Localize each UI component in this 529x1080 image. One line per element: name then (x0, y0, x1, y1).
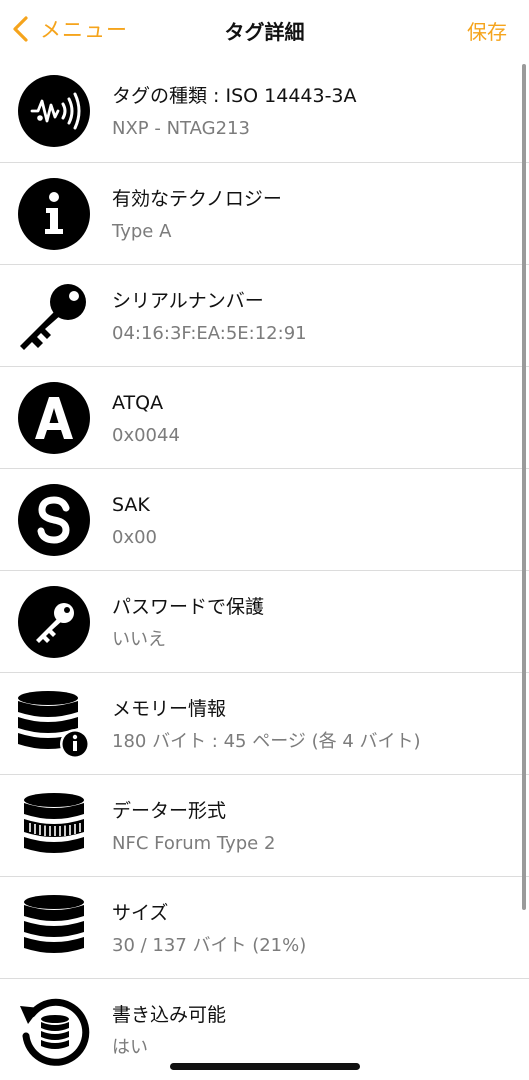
row-value: 0x00 (112, 527, 158, 548)
row-title: ATQA (112, 392, 164, 414)
list-item-tag-type[interactable]: タグの種類 : ISO 14443-3A NXP - NTAG213 (0, 60, 529, 162)
database-rewrite-icon (18, 994, 90, 1066)
vertical-scrollbar[interactable] (522, 64, 526, 910)
row-value: 30 / 137 バイト (21%) (112, 935, 307, 956)
row-value: はい (112, 1037, 148, 1058)
info-icon (18, 178, 90, 250)
row-title: 有効なテクノロジー (112, 188, 282, 210)
tag-detail-list: タグの種類 : ISO 14443-3A NXP - NTAG213 有効なテク… (0, 60, 529, 1080)
row-title: タグの種類 : ISO 14443-3A (112, 85, 357, 107)
row-value: NFC Forum Type 2 (112, 833, 276, 854)
row-title: パスワードで保護 (112, 596, 265, 618)
database-size-icon (18, 892, 90, 964)
row-value: 180 バイト : 45 ページ (各 4 バイト) (112, 731, 421, 752)
list-item-data-format[interactable]: データー形式 NFC Forum Type 2 (0, 774, 529, 876)
home-indicator[interactable] (170, 1063, 360, 1070)
list-item-memory-info[interactable]: メモリー情報 180 バイト : 45 ページ (各 4 バイト) (0, 672, 529, 774)
list-item-size[interactable]: サイズ 30 / 137 バイト (21%) (0, 876, 529, 978)
list-item-sak[interactable]: SAK 0x00 (0, 468, 529, 570)
database-info-icon (18, 688, 90, 760)
page-title: タグ詳細 (224, 20, 305, 44)
row-value: Type A (112, 221, 172, 242)
row-title: データー形式 (112, 800, 227, 822)
row-value: NXP - NTAG213 (112, 118, 250, 139)
list-item-atqa[interactable]: ATQA 0x0044 (0, 366, 529, 468)
row-value: 0x0044 (112, 425, 180, 446)
list-item-serial-number[interactable]: シリアルナンバー 04:16:3F:EA:5E:12:91 (0, 264, 529, 366)
row-value: 04:16:3F:EA:5E:12:91 (112, 323, 307, 344)
row-title: SAK (112, 494, 150, 516)
password-key-icon (18, 586, 90, 658)
navigation-bar: メニュー タグ詳細 保存 (0, 0, 529, 60)
row-title: 書き込み可能 (112, 1004, 227, 1026)
nfc-tag-icon (18, 75, 90, 147)
key-icon (18, 280, 90, 352)
list-item-password-protection[interactable]: パスワードで保護 いいえ (0, 570, 529, 672)
row-title: メモリー情報 (112, 698, 227, 720)
letter-s-icon (18, 484, 90, 556)
row-value: いいえ (112, 629, 166, 650)
row-title: サイズ (112, 902, 169, 924)
database-format-icon (18, 790, 90, 862)
list-item-technologies[interactable]: 有効なテクノロジー Type A (0, 162, 529, 264)
row-title: シリアルナンバー (112, 290, 264, 312)
save-button[interactable]: 保存 (467, 16, 507, 45)
letter-a-icon (18, 382, 90, 454)
